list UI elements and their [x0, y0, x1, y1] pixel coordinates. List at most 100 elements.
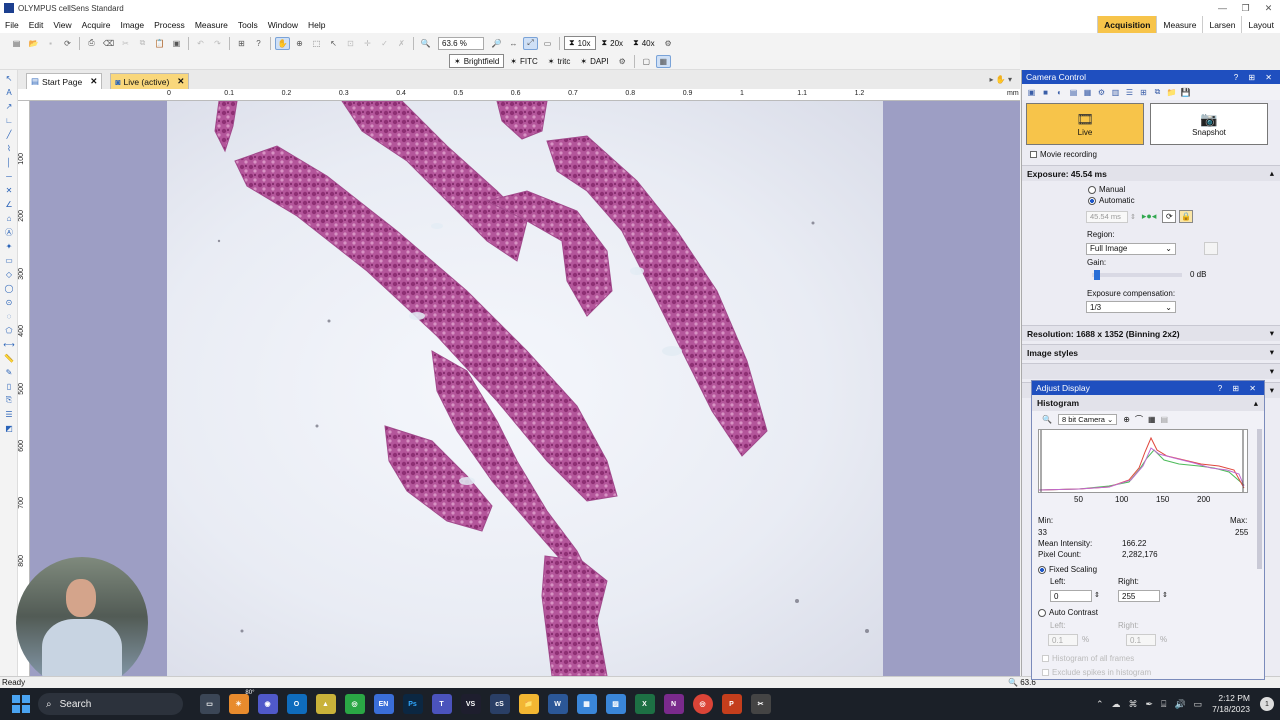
collapsed-section-header[interactable]: ▾ [1022, 363, 1280, 379]
live-button[interactable]: 🎞 Live [1026, 103, 1144, 145]
live-view-icon[interactable]: ▤ [1068, 87, 1079, 98]
expand-icon[interactable]: ▾ [1270, 347, 1280, 358]
brush-tool-icon[interactable]: ✎ [3, 366, 15, 378]
snipping-tool-icon[interactable]: ✂ [750, 694, 771, 714]
hand-tool-icon[interactable]: ✋ [996, 75, 1006, 84]
refresh-icon[interactable]: ⟳ [60, 37, 75, 50]
close-tab-icon[interactable]: ✕ [90, 76, 97, 87]
grid-icon[interactable]: ⊞ [1138, 87, 1149, 98]
panel-controls[interactable]: ? ⊞ ✕ [1218, 384, 1264, 393]
excel-icon[interactable]: X [634, 694, 655, 714]
gain-slider-knob[interactable] [1093, 269, 1100, 280]
maximize-button[interactable]: ❐ [1234, 3, 1257, 14]
windows-start-icon[interactable] [12, 695, 30, 713]
onenote-icon[interactable]: N [663, 694, 684, 714]
zoom-histogram-icon[interactable]: 🔍 [1042, 415, 1052, 424]
undo-icon[interactable]: ↶ [193, 37, 208, 50]
chrome-icon[interactable]: ◎ [692, 694, 713, 714]
exposure-compensation-select[interactable]: 1/3 ⌄ [1086, 301, 1176, 313]
network-icon[interactable]: ⌸ [1161, 699, 1166, 710]
arrow-tool-icon[interactable]: ↗ [3, 100, 15, 112]
scroll-right-icon[interactable]: ▸ [990, 75, 994, 84]
overlay-icon[interactable]: ⧉ [1152, 87, 1163, 98]
histogram-chart[interactable] [1038, 429, 1248, 493]
menu-tools[interactable]: Tools [233, 20, 263, 30]
tab-start-page[interactable]: ▤ Start Page ✕ [26, 73, 103, 89]
menu-help[interactable]: Help [303, 20, 330, 30]
distance-tool-icon[interactable]: ⟷ [3, 338, 15, 350]
left-spin-icon[interactable]: ⇕ [1094, 591, 1100, 599]
adjust-display-titlebar[interactable]: Adjust Display ? ⊞ ✕ [1032, 381, 1264, 395]
redo-icon[interactable]: ↷ [210, 37, 225, 50]
color-channel-icon[interactable]: ■ [1040, 87, 1051, 98]
cancel-x-icon[interactable]: ✗ [394, 37, 409, 50]
angle-tool-icon[interactable]: ∟ [3, 114, 15, 126]
histogram-zoom-icon[interactable]: ⊕ [1123, 415, 1130, 424]
layout-single-icon[interactable]: ▢ [639, 55, 654, 68]
expand-icon[interactable]: ▾ [1270, 366, 1280, 377]
image-styles-section-header[interactable]: Image styles ▾ [1022, 344, 1280, 360]
ellipse-tool-icon[interactable]: ◯ [3, 282, 15, 294]
zoom-tool-icon[interactable]: ⊕ [292, 37, 307, 50]
menu-acquire[interactable]: Acquire [77, 20, 116, 30]
battery-icon[interactable]: ▭ [1194, 699, 1203, 710]
ac-left-input[interactable]: 0.1 [1048, 634, 1078, 646]
cut-icon[interactable]: ✂ [118, 37, 133, 50]
movie-recording-checkbox[interactable] [1030, 151, 1037, 158]
rectangle-tool-icon[interactable]: ▭ [3, 254, 15, 266]
weather-icon[interactable]: ☀ 80° [228, 690, 255, 714]
folder-icon[interactable]: 📁 [1166, 87, 1177, 98]
line-tool-icon[interactable]: ╱ [3, 128, 15, 140]
left-value-input[interactable]: 0 [1050, 590, 1092, 602]
visual-studio-icon[interactable]: VS [460, 694, 481, 714]
channel-settings-icon[interactable]: ⚙ [615, 55, 630, 68]
image-icon[interactable]: ▥ [1110, 87, 1121, 98]
cellsens-icon[interactable]: cS [489, 694, 510, 714]
outlook-icon[interactable]: O [286, 694, 307, 714]
teams-icon[interactable]: T [431, 694, 452, 714]
channel-fitc-button[interactable]: ✶ FITC [506, 54, 541, 68]
image-canvas[interactable] [30, 101, 1020, 676]
notification-icon[interactable]: 1 [1260, 697, 1274, 711]
region-pick-icon[interactable] [1204, 242, 1218, 255]
exclude-spikes-option[interactable]: Exclude spikes in histogram [1042, 668, 1151, 677]
tab-live-active[interactable]: ◙ Live (active) ✕ [110, 73, 190, 89]
polyline-tool-icon[interactable]: ⌇ [3, 142, 15, 154]
collapse-icon[interactable]: ▴ [1254, 398, 1264, 409]
dropdown-icon[interactable]: ▾ [1008, 75, 1012, 84]
automatic-option[interactable]: Automatic [1022, 194, 1280, 205]
actual-size-icon[interactable]: ▭ [540, 37, 555, 50]
collapse-icon[interactable]: ▴ [1270, 168, 1280, 179]
crosshair-icon[interactable]: ✛ [360, 37, 375, 50]
layout-grid-icon[interactable]: ▦ [655, 54, 671, 68]
check-icon[interactable]: ✓ [377, 37, 392, 50]
menu-image[interactable]: Image [115, 20, 149, 30]
task-view-icon[interactable]: ▭ [199, 694, 220, 714]
layout-tab-acquisition[interactable]: Acquisition [1097, 16, 1157, 33]
camera-depth-select[interactable]: 8 bit Camera ⌄ [1057, 413, 1118, 425]
live-microscope-image[interactable] [167, 101, 883, 676]
zoom-rect-icon[interactable]: ⬚ [309, 37, 324, 50]
vertical-line-icon[interactable]: │ [3, 156, 15, 168]
stamp-tool-icon[interactable]: ⎘ [3, 394, 15, 406]
eraser-tool-icon[interactable]: ▯ [3, 380, 15, 392]
auto-contrast-radio[interactable] [1038, 608, 1046, 617]
right-spin-icon[interactable]: ⇕ [1162, 591, 1168, 599]
taskbar-search[interactable]: ⌕ Search [38, 693, 183, 715]
menu-view[interactable]: View [48, 20, 76, 30]
expand-icon[interactable]: ▾ [1270, 328, 1280, 339]
snapshot-button[interactable]: 📷 Snapshot [1150, 103, 1268, 145]
freehand-circle-icon[interactable]: ◌ [3, 310, 15, 322]
word-icon[interactable]: W [547, 694, 568, 714]
histogram-all-frames-checkbox[interactable] [1042, 655, 1049, 662]
layout-tab-larsen[interactable]: Larsen [1202, 16, 1241, 33]
polygon-measure-icon[interactable]: ⌂ [3, 212, 15, 224]
layout-tab-measure[interactable]: Measure [1156, 16, 1202, 33]
taskbar-clock[interactable]: 2:12 PM 7/18/2023 [1212, 693, 1250, 715]
explorer-icon[interactable]: 📁 [518, 694, 539, 714]
movie-recording-row[interactable]: Movie recording [1022, 148, 1280, 161]
white-balance-icon[interactable]: ◐ [1054, 87, 1065, 98]
tray-overflow-icon[interactable]: ⌃ [1096, 699, 1104, 710]
diamond-tool-icon[interactable]: ◇ [3, 268, 15, 280]
channel-brightfield-button[interactable]: ✶ Brightfield [449, 54, 505, 68]
